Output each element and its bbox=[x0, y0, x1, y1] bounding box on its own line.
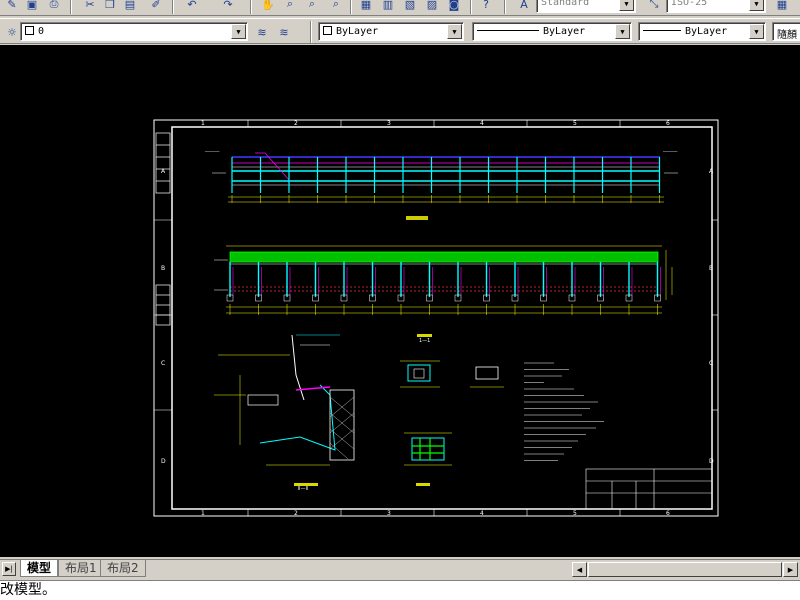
scroll-thumb[interactable] bbox=[588, 562, 782, 577]
zone-col-label: 6 bbox=[666, 120, 670, 127]
table-style-icon[interactable]: ▦ bbox=[772, 0, 792, 14]
dim-style-icon[interactable]: ⤡ bbox=[644, 0, 664, 14]
zone-col-label: 3 bbox=[387, 510, 391, 517]
chevron-down-icon[interactable]: ▼ bbox=[619, 0, 634, 11]
redo-icon[interactable]: ↷ bbox=[218, 0, 238, 14]
zone-row-label: A bbox=[709, 168, 714, 175]
drawing-canvas[interactable]: 112233445566AABBCCDD ────── ────── 1—1 Ⅱ… bbox=[0, 45, 800, 557]
print-icon[interactable]: ⎙ bbox=[44, 0, 64, 14]
drawing-sheet: 112233445566A AB BC CD D ────── ────── 1… bbox=[153, 119, 719, 517]
outer-frame bbox=[153, 119, 719, 517]
zone-col-label: 5 bbox=[573, 510, 577, 517]
lineweight-select[interactable]: ByLayer ▼ bbox=[638, 22, 766, 41]
layer-select[interactable]: 0 ▼ bbox=[20, 22, 248, 41]
zone-row-label: B bbox=[161, 265, 165, 272]
layer-color-swatch bbox=[25, 26, 34, 35]
elevation-view: ────── ────── bbox=[204, 149, 678, 220]
zone-row-label: D bbox=[161, 458, 166, 465]
layer-previous-icon[interactable]: ≋ bbox=[274, 22, 294, 42]
color-swatch bbox=[323, 26, 332, 35]
zone-col-label: 6 bbox=[666, 510, 670, 517]
text-style-select[interactable]: Standard ▼ bbox=[536, 0, 636, 13]
open-icon[interactable]: ✎ bbox=[2, 0, 22, 14]
tab-layout1[interactable]: 布局1 bbox=[58, 560, 104, 577]
zoom-previous-icon[interactable]: ⌕ bbox=[326, 0, 346, 14]
chevron-down-icon[interactable]: ▼ bbox=[615, 24, 630, 39]
plot-style-value: 隨顏 bbox=[777, 30, 797, 41]
lineweight-value: ByLayer bbox=[685, 26, 728, 37]
scroll-left-icon[interactable]: ◀ bbox=[572, 562, 587, 577]
text-style-value: Standard bbox=[541, 0, 590, 8]
make-current-layer-icon[interactable]: ≋ bbox=[252, 22, 272, 42]
help-icon[interactable]: ? bbox=[476, 0, 496, 14]
dim-style-select[interactable]: ISO-25 ▼ bbox=[666, 0, 766, 13]
color-select[interactable]: ByLayer ▼ bbox=[318, 22, 464, 41]
svg-text:──────: ────── bbox=[204, 149, 220, 154]
zone-col-label: 3 bbox=[387, 120, 391, 127]
zone-row-label: B bbox=[709, 265, 713, 272]
small-section-detail bbox=[400, 360, 504, 486]
layer-name: 0 bbox=[38, 26, 45, 37]
zone-row-label: C bbox=[161, 360, 165, 367]
layers-toolbar: ☼ 0 ▼ ≋ ≋ ByLayer ▼ ByLayer ▼ ByLayer ▼ … bbox=[0, 18, 800, 44]
zone-row-label: C bbox=[709, 360, 713, 367]
chevron-down-icon[interactable]: ▼ bbox=[231, 24, 246, 39]
chevron-down-icon[interactable]: ▼ bbox=[749, 24, 764, 39]
layer-on-icon: ☼ bbox=[7, 25, 17, 39]
layout-tabbar: ▶| 模型 布局1 布局2 ◀ ▶ bbox=[0, 559, 800, 579]
properties-icon[interactable]: ▦ bbox=[356, 0, 376, 14]
tab-layout2[interactable]: 布局2 bbox=[100, 560, 146, 577]
sheet-set-icon[interactable]: ▨ bbox=[422, 0, 442, 14]
copy-icon[interactable]: ❐ bbox=[100, 0, 120, 14]
markup-icon[interactable]: ◙ bbox=[444, 0, 464, 14]
cut-icon[interactable]: ✂ bbox=[80, 0, 100, 14]
lineweight-sample bbox=[643, 30, 681, 31]
zone-col-label: 2 bbox=[294, 510, 298, 517]
text-style-icon[interactable]: A bbox=[514, 0, 534, 14]
tool-palettes-icon[interactable]: ▧ bbox=[400, 0, 420, 14]
linetype-select[interactable]: ByLayer ▼ bbox=[472, 22, 632, 41]
general-notes bbox=[524, 362, 604, 461]
zoom-window-icon[interactable]: ⌕ bbox=[302, 0, 322, 14]
zone-col-label: 4 bbox=[480, 510, 484, 517]
zone-row-label: D bbox=[709, 458, 714, 465]
zone-col-label: 4 bbox=[480, 120, 484, 127]
paste-icon[interactable]: ▤ bbox=[120, 0, 140, 14]
horizontal-scrollbar[interactable]: ◀ ▶ bbox=[572, 562, 798, 577]
section-label-2: Ⅱ—Ⅱ bbox=[298, 486, 308, 492]
command-history-text: 改模型。 bbox=[0, 582, 56, 598]
zone-col-label: 2 bbox=[294, 120, 298, 127]
svg-text:──────: ────── bbox=[662, 149, 678, 154]
scroll-right-icon[interactable]: ▶ bbox=[783, 562, 798, 577]
section-detail bbox=[214, 334, 355, 486]
chevron-down-icon[interactable]: ▼ bbox=[749, 0, 764, 11]
plan-view bbox=[214, 245, 673, 337]
linetype-sample bbox=[477, 30, 539, 31]
margin-stubs bbox=[155, 132, 171, 326]
zone-col-label: 5 bbox=[573, 120, 577, 127]
pan-icon[interactable]: ✋ bbox=[258, 0, 278, 14]
design-center-icon[interactable]: ▥ bbox=[378, 0, 398, 14]
command-line[interactable]: 改模型。 bbox=[0, 580, 800, 600]
match-properties-icon[interactable]: ✐ bbox=[146, 0, 166, 14]
color-value: ByLayer bbox=[336, 26, 379, 37]
plot-style-select[interactable]: 隨顏 bbox=[772, 22, 800, 41]
chevron-down-icon[interactable]: ▼ bbox=[447, 24, 462, 39]
zoom-realtime-icon[interactable]: ⌕ bbox=[280, 0, 300, 14]
title-block bbox=[585, 468, 713, 510]
zone-col-label: 1 bbox=[201, 510, 205, 517]
standard-toolbar: ✎ ▣ ⎙ ✂ ❐ ▤ ✐ ↶ ↷ ✋ ⌕ ⌕ ⌕ ▦ ▥ ▧ ▨ ◙ ? A … bbox=[0, 0, 800, 16]
dim-style-value: ISO-25 bbox=[671, 0, 708, 8]
undo-icon[interactable]: ↶ bbox=[182, 0, 202, 14]
save-icon[interactable]: ▣ bbox=[22, 0, 42, 14]
linetype-value: ByLayer bbox=[543, 26, 586, 37]
tab-nav-icon[interactable]: ▶| bbox=[2, 562, 16, 576]
zone-col-label: 1 bbox=[201, 120, 205, 127]
section-label-1: 1—1 bbox=[419, 338, 430, 344]
tab-model[interactable]: 模型 bbox=[20, 560, 59, 577]
zone-ticks bbox=[154, 120, 718, 516]
